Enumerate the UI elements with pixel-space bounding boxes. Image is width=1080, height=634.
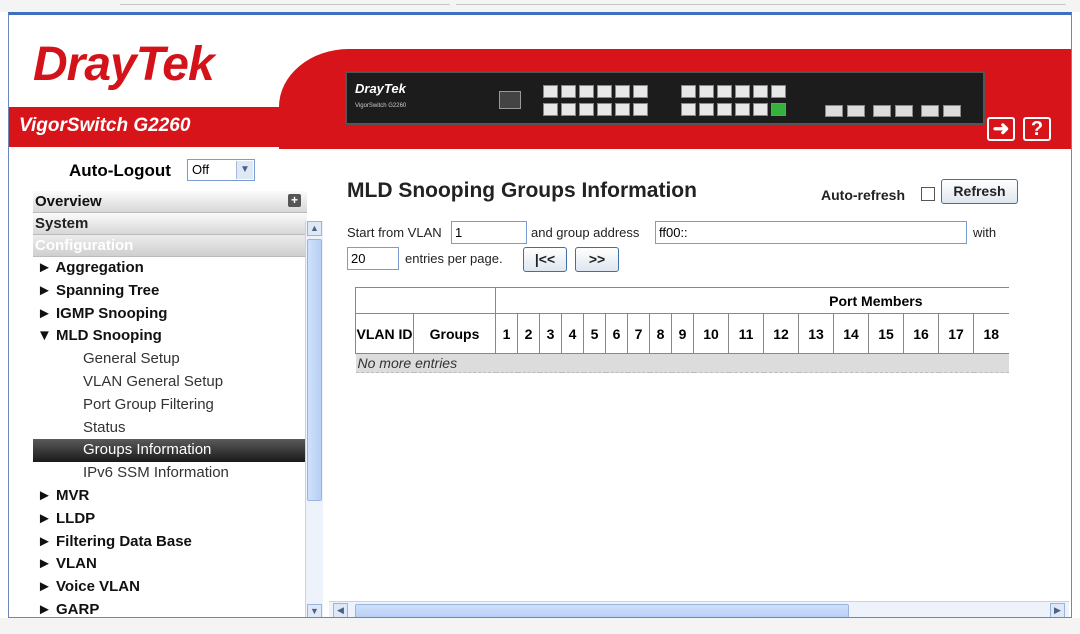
left-nav-panel: Auto-Logout Off ▼ Overview + System Conf… xyxy=(9,149,327,617)
nav-lldp[interactable]: ► LLDP xyxy=(33,508,307,531)
port-header: 15 xyxy=(868,313,904,354)
port-header: 14 xyxy=(833,313,869,354)
nav-vlan[interactable]: ► VLAN xyxy=(33,553,307,576)
table-row: No more entries xyxy=(355,353,1009,373)
nav-mld-snooping[interactable]: ▼ MLD Snooping xyxy=(33,325,307,348)
next-page-button[interactable]: >> xyxy=(575,247,619,272)
with-label: with xyxy=(973,225,997,240)
auto-refresh-label: Auto-refresh xyxy=(821,187,906,203)
port-header: 8 xyxy=(649,313,672,354)
sfp-port xyxy=(873,105,891,117)
main-content: MLD Snooping Groups Information Auto-ref… xyxy=(329,149,1071,617)
port-header: 5 xyxy=(583,313,606,354)
page-title: MLD Snooping Groups Information xyxy=(347,179,697,202)
sfp-port xyxy=(943,105,961,117)
scrollbar-thumb[interactable] xyxy=(355,604,849,617)
scroll-right-icon[interactable]: ▶ xyxy=(1050,603,1065,617)
scroll-left-icon[interactable]: ◀ xyxy=(333,603,348,617)
scroll-down-icon[interactable]: ▼ xyxy=(307,604,322,617)
nav-igmp-snooping[interactable]: ► IGMP Snooping xyxy=(33,303,307,326)
port-group-1-top xyxy=(543,85,648,98)
nav-aggregation[interactable]: ► Aggregation xyxy=(33,257,307,280)
group-address-input[interactable]: ff00:: xyxy=(655,221,967,244)
port-header: 18 xyxy=(973,313,1009,354)
draytek-logo: DrayTek xyxy=(33,38,215,91)
vlan-id-header: VLAN ID xyxy=(355,313,414,354)
table-header-row-2: VLAN ID Groups 1 2 3 4 5 6 7 8 9 10 11 1… xyxy=(355,313,1009,354)
port-header: 1 xyxy=(495,313,518,354)
nav-tree: Overview + System Configuration ► Aggreg… xyxy=(33,191,323,617)
nav-mvr[interactable]: ► MVR xyxy=(33,485,307,508)
nav-status[interactable]: Status xyxy=(33,417,307,440)
chevron-down-icon[interactable]: ▼ xyxy=(236,161,253,179)
window-bottom-strip xyxy=(0,618,1080,634)
group-address-label: and group address xyxy=(531,225,640,240)
auto-refresh-checkbox[interactable] xyxy=(921,187,935,201)
device-model: VigorSwitch G2260 xyxy=(355,103,407,109)
sfp-port xyxy=(847,105,865,117)
port-header: 7 xyxy=(627,313,650,354)
nav-port-group-filtering[interactable]: Port Group Filtering xyxy=(33,394,307,417)
nav-overview[interactable]: Overview + xyxy=(33,191,307,213)
console-port xyxy=(499,91,521,109)
main-horizontal-scrollbar[interactable]: ◀ ▶ xyxy=(329,601,1069,617)
entries-per-page-input[interactable]: 20 xyxy=(347,247,399,270)
nav-groups-information[interactable]: Groups Information xyxy=(33,439,307,463)
device-image: DrayTek VigorSwitch G2260 xyxy=(345,71,985,125)
auto-logout-select[interactable]: Off ▼ xyxy=(187,159,255,181)
start-vlan-input[interactable]: 1 xyxy=(451,221,527,244)
blank-header-cell xyxy=(355,287,496,314)
refresh-button[interactable]: Refresh xyxy=(941,179,1018,204)
port-header: 10 xyxy=(693,313,729,354)
port-header: 9 xyxy=(671,313,694,354)
nav-general-setup[interactable]: General Setup xyxy=(33,348,307,371)
logout-icon[interactable]: ➜ xyxy=(987,117,1015,141)
device-brand: DrayTek xyxy=(355,81,406,96)
port-group-1-bottom xyxy=(543,103,648,116)
port-members-header: Port Members xyxy=(495,287,1009,314)
port-header: 12 xyxy=(763,313,799,354)
port-header: 2 xyxy=(517,313,540,354)
nav-spanning-tree[interactable]: ► Spanning Tree xyxy=(33,280,307,303)
nav-garp[interactable]: ► GARP xyxy=(33,599,307,617)
expand-all-icon[interactable]: + xyxy=(288,194,301,207)
nav-overview-label: Overview xyxy=(35,193,102,210)
sfp-port xyxy=(825,105,843,117)
sfp-port xyxy=(921,105,939,117)
start-vlan-label: Start from VLAN xyxy=(347,225,442,240)
port-group-2-top xyxy=(681,85,786,98)
port-group-2-bottom xyxy=(681,103,786,116)
first-page-button[interactable]: |<< xyxy=(523,247,567,272)
auto-logout-value: Off xyxy=(192,162,210,177)
nav-ipv6-ssm-information[interactable]: IPv6 SSM Information xyxy=(33,462,307,485)
sfp-port xyxy=(895,105,913,117)
port-header: 13 xyxy=(798,313,834,354)
port-header: 11 xyxy=(728,313,764,354)
entries-per-page-label: entries per page. xyxy=(405,251,503,266)
port-header: 16 xyxy=(903,313,939,354)
nav-filtering-data-base[interactable]: ► Filtering Data Base xyxy=(33,531,307,554)
port-header: 3 xyxy=(539,313,562,354)
product-name: VigorSwitch G2260 xyxy=(19,115,191,136)
nav-voice-vlan[interactable]: ► Voice VLAN xyxy=(33,576,307,599)
nav-system[interactable]: System xyxy=(33,213,307,235)
no-entries-cell: No more entries xyxy=(355,353,1009,373)
groups-table: Port Members VLAN ID Groups 1 2 3 4 5 6 … xyxy=(355,287,1009,373)
nav-configuration[interactable]: Configuration xyxy=(33,235,307,257)
table-header-row-1: Port Members xyxy=(355,287,1009,314)
port-header: 6 xyxy=(605,313,628,354)
groups-header: Groups xyxy=(413,313,496,354)
header: DrayTek VigorSwitch G2260 DrayTek VigorS… xyxy=(9,15,1071,149)
window-top-strip xyxy=(0,0,1080,12)
help-icon[interactable]: ? xyxy=(1023,117,1051,141)
scroll-up-icon[interactable]: ▲ xyxy=(307,221,322,236)
scrollbar-thumb[interactable] xyxy=(307,239,322,501)
nav-vlan-general-setup[interactable]: VLAN General Setup xyxy=(33,371,307,394)
app-frame: DrayTek VigorSwitch G2260 DrayTek VigorS… xyxy=(8,12,1072,618)
port-header: 4 xyxy=(561,313,584,354)
port-header: 17 xyxy=(938,313,974,354)
nav-vertical-scrollbar[interactable]: ▲ ▼ xyxy=(305,221,323,617)
auto-logout-label: Auto-Logout xyxy=(69,161,171,180)
